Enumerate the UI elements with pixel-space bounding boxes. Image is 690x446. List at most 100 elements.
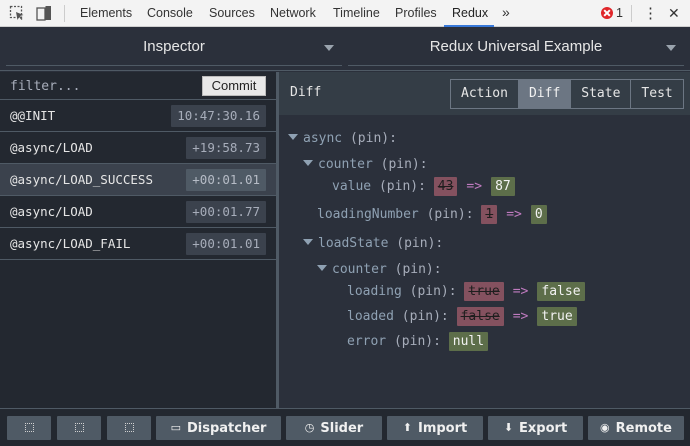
tree-node-loaded: loaded (pin): false => true (347, 306, 577, 328)
expand-arrow-icon[interactable] (303, 160, 313, 166)
action-name: @@INIT (10, 108, 56, 123)
filter-row: Commit (0, 72, 276, 100)
tab-sources[interactable]: Sources (209, 6, 255, 20)
store-select[interactable]: Redux Universal Example (348, 27, 684, 71)
expand-arrow-icon[interactable] (317, 265, 327, 271)
select-underline (6, 65, 342, 66)
device-toolbar-icon[interactable] (36, 5, 52, 21)
remote-button[interactable]: ◉ Remote (588, 416, 684, 440)
action-name: @async/LOAD (10, 204, 93, 219)
dock-right-button[interactable] (57, 416, 101, 440)
dispatcher-label: Dispatcher (186, 421, 267, 436)
pin-link[interactable]: (pin): (427, 207, 474, 222)
diff-arrow: => (506, 207, 522, 222)
tab-diff[interactable]: Diff (518, 80, 572, 108)
node-key: async (303, 131, 343, 146)
pin-link[interactable]: (pin): (379, 179, 426, 194)
dispatcher-button[interactable]: ▭ Dispatcher (156, 416, 281, 440)
diff-panel: Diff Action Diff State Test async (pin):… (279, 72, 690, 408)
added-value: true (537, 307, 577, 326)
more-tabs-button[interactable]: » (502, 4, 510, 20)
unchanged-value: null (448, 332, 489, 351)
expand-arrow-icon[interactable] (288, 134, 298, 140)
tree-node-counter[interactable]: counter (pin): (303, 154, 428, 176)
tree-node-load-state[interactable]: loadState (pin): (303, 233, 443, 255)
export-label: Export (519, 421, 568, 436)
node-key: error (347, 334, 387, 349)
pin-link[interactable]: (pin): (350, 131, 397, 146)
node-key: loadingNumber (317, 207, 419, 222)
added-value: 87 (491, 177, 515, 196)
tab-profiles[interactable]: Profiles (395, 6, 437, 20)
tree-node-error: error (pin): null (347, 331, 489, 353)
action-list-item-selected[interactable]: @async/LOAD_SUCCESS +00:01.01 (0, 164, 276, 196)
removed-value: true (464, 282, 504, 301)
filter-input[interactable] (4, 75, 194, 97)
tab-action[interactable]: Action (451, 80, 519, 108)
slider-label: Slider (320, 421, 364, 436)
diff-arrow: => (512, 309, 529, 324)
node-key: loadState (318, 236, 389, 251)
store-select-value: Redux Universal Example (429, 38, 603, 55)
action-list-item[interactable]: @async/LOAD +00:01.77 (0, 196, 276, 228)
devtools-tab-bar: Elements Console Sources Network Timelin… (0, 0, 690, 27)
tree-node-async[interactable]: async (pin): (288, 128, 397, 150)
toolbar-separator (64, 5, 65, 22)
diff-tree: async (pin): counter (pin): value (pin):… (279, 115, 690, 408)
import-label: Import (417, 421, 468, 436)
removed-value: 43 (433, 177, 458, 196)
diff-panel-header: Diff Action Diff State Test (279, 72, 690, 115)
upload-icon: ⬆ (402, 421, 412, 434)
pin-link[interactable]: (pin): (396, 236, 443, 251)
tab-redux[interactable]: Redux (452, 6, 488, 20)
dock-left-icon (24, 423, 34, 432)
slider-button[interactable]: ◷ Slider (286, 416, 382, 440)
action-timestamp[interactable]: 10:47:30.16 (171, 105, 266, 127)
action-list-item[interactable]: @@INIT 10:47:30.16 (0, 100, 276, 132)
removed-value: 1 (481, 205, 498, 224)
expand-arrow-icon[interactable] (303, 239, 313, 245)
action-timestamp[interactable]: +00:01.01 (186, 233, 266, 255)
tree-node-loading: loading (pin): true => false (347, 281, 585, 303)
tab-timeline[interactable]: Timeline (333, 6, 380, 20)
diff-view-tabs: Action Diff State Test (450, 79, 684, 109)
close-icon[interactable]: ✕ (668, 5, 680, 22)
action-timestamp[interactable]: +00:01.01 (186, 169, 266, 191)
pin-link[interactable]: (pin): (381, 157, 428, 172)
node-key: loaded (347, 309, 394, 324)
tree-node-loading-number: loadingNumber (pin): 1 => 0 (317, 204, 547, 226)
pin-link[interactable]: (pin): (395, 262, 442, 277)
inspect-element-icon[interactable] (9, 5, 25, 21)
tree-node-load-state-counter[interactable]: counter (pin): (317, 259, 442, 281)
action-list-item[interactable]: @async/LOAD +19:58.73 (0, 132, 276, 164)
diff-arrow: => (466, 179, 483, 194)
error-icon[interactable] (601, 7, 613, 19)
monitor-select-value: Inspector (143, 38, 205, 55)
tab-test[interactable]: Test (631, 80, 682, 108)
dock-left-button[interactable] (7, 416, 51, 440)
removed-value: false (456, 307, 504, 326)
pin-link[interactable]: (pin): (410, 284, 457, 299)
monitor-select[interactable]: Inspector (6, 27, 342, 71)
pin-link[interactable]: (pin): (402, 309, 449, 324)
download-icon: ⬇ (503, 421, 514, 434)
action-list-item[interactable]: @async/LOAD_FAIL +00:01.01 (0, 228, 276, 260)
dock-bottom-button[interactable] (107, 416, 151, 440)
commit-button[interactable]: Commit (202, 76, 266, 96)
tab-state[interactable]: State (571, 80, 632, 108)
pin-link[interactable]: (pin): (394, 334, 441, 349)
node-key: value (332, 179, 372, 194)
tab-network[interactable]: Network (270, 6, 316, 20)
tab-console[interactable]: Console (147, 6, 193, 20)
import-button[interactable]: ⬆ Import (387, 416, 483, 440)
export-button[interactable]: ⬇ Export (488, 416, 583, 440)
more-options-icon[interactable]: ⋮ (643, 4, 658, 22)
tab-elements[interactable]: Elements (80, 6, 132, 20)
added-value: false (537, 282, 585, 301)
monitor-header: Inspector Redux Universal Example (0, 27, 690, 71)
error-count[interactable]: 1 (616, 6, 623, 20)
node-key: counter (332, 262, 387, 277)
broadcast-icon: ◉ (600, 421, 610, 434)
action-timestamp[interactable]: +19:58.73 (186, 137, 266, 159)
action-timestamp[interactable]: +00:01.77 (186, 201, 266, 223)
